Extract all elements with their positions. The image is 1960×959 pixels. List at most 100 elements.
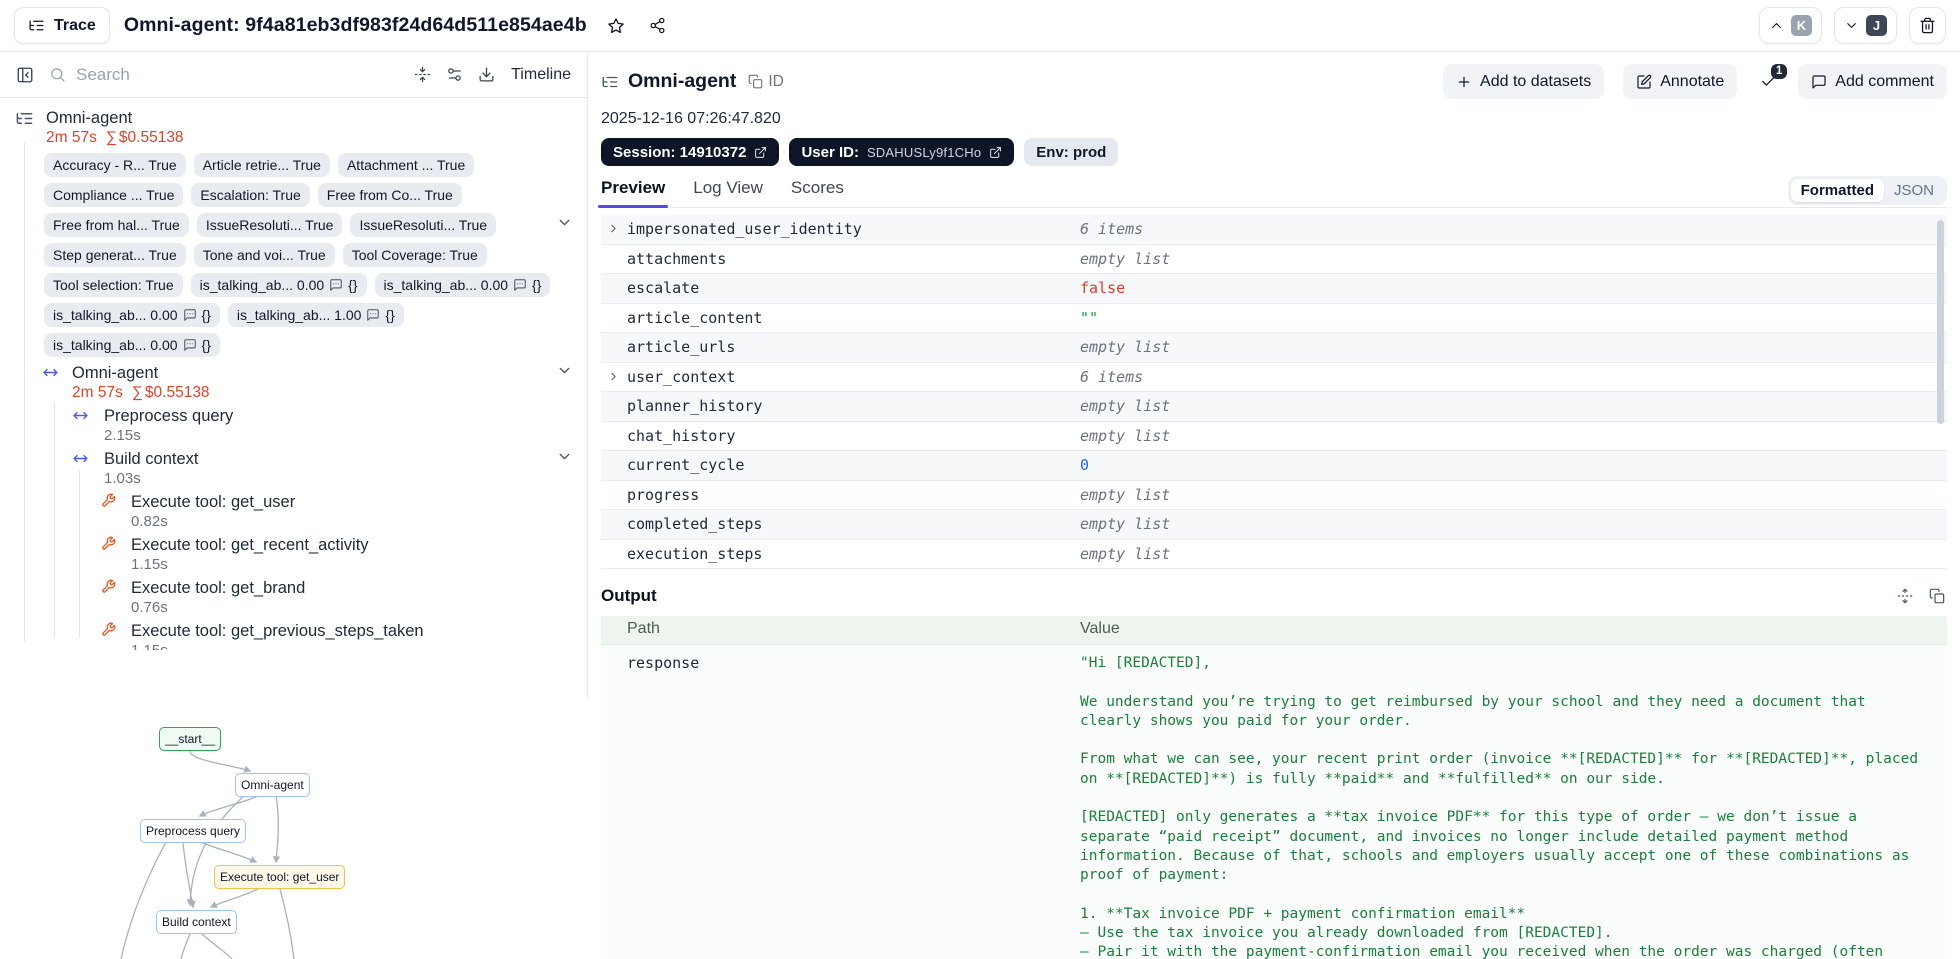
tree-node-label: Execute tool: get_recent_activity (131, 536, 369, 554)
score-badge[interactable]: Tool Coverage: True (342, 243, 487, 267)
graph-node[interactable]: Build context (156, 910, 237, 934)
page-title: Omni-agent: 9f4a81eb3df983f24d64d511e854… (123, 14, 587, 36)
wrench-icon (101, 622, 116, 637)
tree-node-duration: 1.15s (131, 641, 587, 650)
score-badge[interactable]: is_talking_ab... 0.00{} (44, 303, 220, 327)
input-row: article_urls empty list (601, 333, 1947, 363)
detail-tabs: Preview Log View Scores Formatted JSON (597, 176, 1947, 208)
download-icon[interactable] (478, 66, 495, 83)
input-row-value: empty list (1080, 397, 1171, 415)
shortcut-j-key: J (1866, 15, 1887, 36)
share-button[interactable] (643, 11, 673, 41)
tree-node[interactable]: Execute tool: get_user 0.82s (0, 492, 587, 531)
score-badge[interactable]: is_talking_ab... 0.00{} (190, 273, 367, 297)
chevron-down-icon (1844, 18, 1859, 33)
input-row-key: user_context (627, 367, 736, 386)
input-table: impersonated_user_identity 6 items attachm… (601, 215, 1947, 569)
tree-node-label: Execute tool: get_user (131, 493, 296, 511)
score-badge[interactable]: IssueResoluti... True (350, 213, 497, 237)
copy-id-button[interactable]: ID (748, 73, 784, 91)
tree-node[interactable]: Execute tool: get_recent_activity 1.15s (0, 535, 587, 574)
search-input[interactable]: Search (49, 65, 399, 85)
tab-preview[interactable]: Preview (597, 178, 669, 208)
score-badge[interactable]: Free from Co... True (317, 183, 462, 207)
shortcut-k-key: K (1791, 15, 1812, 36)
tree-node[interactable]: Build context 1.03s (0, 449, 587, 488)
score-badge[interactable]: Article retrie... True (193, 153, 330, 177)
delete-trace-button[interactable] (1909, 7, 1946, 44)
speech-bubble-icon (1811, 74, 1827, 90)
metadata-badges: Session: 14910372 User ID: SDAHUSLy9f1CH… (601, 138, 1947, 166)
score-badge[interactable]: Accuracy - R... True (44, 153, 186, 177)
star-icon (607, 17, 625, 35)
annotate-queue-button[interactable]: 1 (1760, 64, 1788, 90)
output-table: Path Value response "Hi [REDACTED], We u… (601, 616, 1947, 959)
tree-node-root[interactable]: Omni-agent 2m 57s ∑ $0.55138 Accuracy - R.… (0, 108, 587, 357)
graph-node[interactable]: Preprocess query (140, 819, 247, 843)
input-row-key: progress (627, 485, 700, 504)
expand-all-icon[interactable] (1897, 588, 1913, 604)
output-table-body: response "Hi [REDACTED], We understand y… (601, 644, 1947, 959)
tree-settings-icon[interactable] (446, 66, 463, 83)
tree-node-label: Execute tool: get_brand (131, 579, 306, 597)
score-badge[interactable]: is_talking_ab... 1.00{} (227, 303, 404, 327)
wrench-icon (101, 536, 116, 551)
input-row-value: empty list (1080, 426, 1171, 445)
score-badge[interactable]: Free from hal... True (44, 213, 189, 237)
score-badge[interactable]: IssueResoluti... True (196, 213, 343, 237)
user-id-badge[interactable]: User ID: SDAHUSLy9f1CHo (789, 138, 1015, 166)
add-comment-button[interactable]: Add comment (1798, 64, 1947, 99)
tab-log-view[interactable]: Log View (693, 178, 763, 207)
input-row-key: current_cycle (627, 456, 745, 474)
chevron-right-icon[interactable] (607, 222, 620, 235)
graph-node[interactable]: __start__ (159, 727, 222, 751)
annotate-button[interactable]: Annotate (1623, 64, 1738, 99)
input-row-value: 0 (1080, 456, 1090, 474)
tree-node-label: Execute tool: get_previous_steps_taken (131, 622, 424, 640)
score-badge[interactable]: is_talking_ab... 0.00{} (374, 273, 551, 297)
score-badge[interactable]: Tone and voi... True (193, 243, 335, 267)
collapse-sidebar-button[interactable] (16, 66, 34, 84)
timeline-toggle[interactable]: Timeline (511, 66, 571, 84)
trace-type-button[interactable]: Trace (14, 7, 110, 44)
graph-node[interactable]: Omni-agent (235, 773, 310, 797)
span-arrows-icon (72, 407, 89, 424)
tree-node[interactable]: Execute tool: get_previous_steps_taken1.… (0, 621, 587, 650)
observation-detail-panel: Omni-agent ID Add to datasets Annotate 1 (588, 52, 1960, 959)
tree-node[interactable]: Omni-agent 2m 57s ∑ $0.55138 (0, 363, 587, 402)
graph-node[interactable]: Execute tool: get_user (214, 865, 346, 889)
top-bar: Trace Omni-agent: 9f4a81eb3df983f24d64d5… (0, 0, 1960, 52)
input-row-value: empty list (1080, 249, 1171, 268)
format-formatted-option[interactable]: Formatted (1790, 179, 1884, 202)
vertical-scrollbar[interactable] (1937, 220, 1944, 424)
score-badge[interactable]: Escalation: True (191, 183, 310, 207)
score-badge[interactable]: Tool selection: True (44, 273, 183, 297)
graph-edges (120, 750, 295, 959)
score-badge[interactable]: Step generat... True (44, 243, 186, 267)
copy-output-icon[interactable] (1929, 588, 1945, 604)
tree-node[interactable]: Preprocess query 2.15s (0, 406, 587, 445)
collapse-all-icon[interactable] (414, 66, 431, 83)
trace-tree: Omni-agent 2m 57s ∑ $0.55138 Accuracy - R.… (0, 98, 587, 650)
bookmark-button[interactable] (601, 11, 631, 41)
score-badge[interactable]: Attachment ... True (337, 153, 475, 177)
chevron-right-icon[interactable] (607, 370, 620, 383)
detail-header: Omni-agent ID Add to datasets Annotate 1 (601, 64, 1947, 99)
chevron-up-icon (1769, 18, 1784, 33)
score-badge[interactable]: Compliance ... True (44, 183, 184, 207)
prev-trace-button[interactable]: K (1759, 7, 1822, 44)
tab-scores[interactable]: Scores (791, 178, 844, 207)
format-json-option[interactable]: JSON (1884, 179, 1944, 202)
output-title: Output (601, 586, 657, 605)
next-trace-button[interactable]: J (1834, 7, 1897, 44)
input-row: article_content "" (601, 304, 1947, 333)
score-badge[interactable]: is_talking_ab... 0.00{} (44, 333, 220, 357)
sidebar-header: Search Timeline (0, 52, 587, 98)
add-to-datasets-button[interactable]: Add to datasets (1443, 64, 1605, 99)
tree-node-label: Omni-agent (72, 364, 159, 382)
list-tree-icon (601, 73, 619, 91)
session-badge[interactable]: Session: 14910372 (601, 138, 780, 166)
env-badge: Env: prod (1024, 138, 1119, 166)
tree-node[interactable]: Execute tool: get_brand 0.76s (0, 578, 587, 617)
input-row-value: empty list (1080, 485, 1171, 504)
